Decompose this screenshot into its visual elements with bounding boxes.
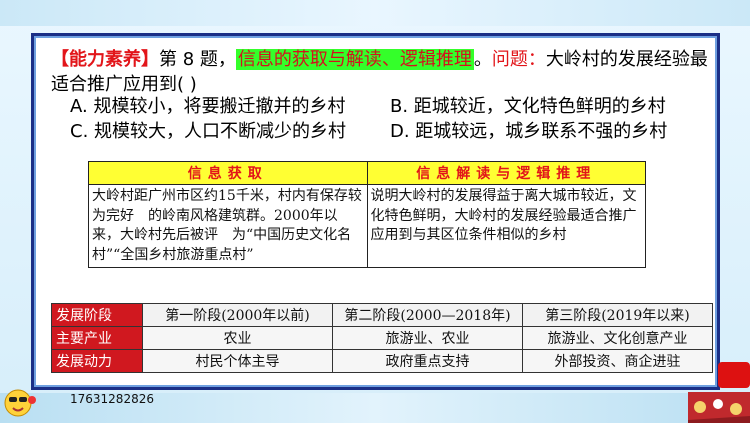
table-cell: 旅游业、农业 (332, 326, 523, 350)
corner-badge (718, 362, 750, 388)
mascot-icon (4, 389, 36, 417)
info-right-cell: 说明大岭村的发展得益于离大城市较近，文化特色鲜明，大岭村的发展经验最适合推广应用… (366, 184, 646, 268)
table-cell: 农业 (142, 326, 333, 350)
problem-label: 问题： (491, 49, 546, 70)
skill-highlight: 信息的获取与解读、逻辑推理 (235, 49, 474, 70)
option-c[interactable]: C. 规模较大，人口不断减少的乡村 (70, 119, 390, 144)
row-head-stage: 发展阶段 (51, 303, 143, 327)
table-cell: 政府重点支持 (332, 349, 523, 373)
row-head-industry: 主要产业 (51, 326, 143, 350)
table-row: 主要产业 农业 旅游业、农业 旅游业、文化创意产业 (51, 326, 713, 350)
period: 。 (473, 49, 492, 70)
info-header-right: 信息解读与逻辑推理 (366, 161, 646, 185)
table-cell: 第一阶段(2000年以前) (142, 303, 333, 327)
info-analysis-table: 信息获取 信息解读与逻辑推理 大岭村距广州市区约15千米，村内有保存较为完好 的… (88, 161, 646, 268)
table-cell: 外部投资、商企进驻 (522, 349, 713, 373)
corner-decoration-icon (688, 392, 750, 423)
development-stage-table: 发展阶段 第一阶段(2000年以前) 第二阶段(2000—2018年) 第三阶段… (51, 303, 713, 373)
phone-number: 17631282826 (70, 392, 154, 406)
option-d[interactable]: D. 距城较远，城乡联系不强的乡村 (390, 119, 710, 144)
table-cell: 第二阶段(2000—2018年) (332, 303, 523, 327)
table-row: 发展阶段 第一阶段(2000年以前) 第二阶段(2000—2018年) 第三阶段… (51, 303, 713, 327)
ability-tag: 【能力素养】 (51, 49, 159, 70)
question-text: 【能力素养】第 8 题， 信息的获取与解读、逻辑推理 。问题：大岭村的发展经验最适合… (51, 47, 717, 97)
table-row: 发展动力 村民个体主导 政府重点支持 外部投资、商企进驻 (51, 349, 713, 373)
info-header-left: 信息获取 (88, 161, 368, 185)
table-cell: 村民个体主导 (142, 349, 333, 373)
answer-options: A. 规模较小，将要搬迁撤并的乡村 B. 距城较近，文化特色鲜明的乡村 C. 规… (70, 94, 710, 144)
table-cell: 旅游业、文化创意产业 (522, 326, 713, 350)
info-left-cell: 大岭村距广州市区约15千米，村内有保存较为完好 的岭南风格建筑群。2000年以来… (88, 184, 368, 268)
table-cell: 第三阶段(2019年以来) (522, 303, 713, 327)
option-a[interactable]: A. 规模较小，将要搬迁撤并的乡村 (70, 94, 390, 119)
row-head-driver: 发展动力 (51, 349, 143, 373)
option-b[interactable]: B. 距城较近，文化特色鲜明的乡村 (390, 94, 710, 119)
question-number: 第 8 题， (159, 49, 236, 70)
top-band (0, 0, 750, 26)
